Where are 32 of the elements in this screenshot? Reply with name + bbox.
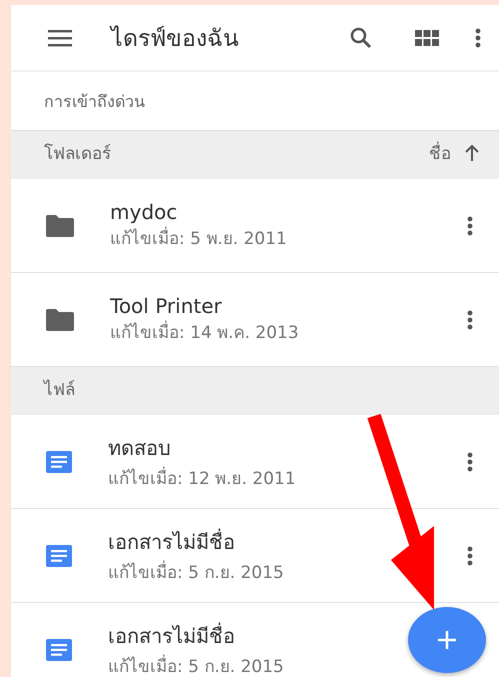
add-button[interactable] [408,607,486,673]
app-title: ไดรฟ์ของฉัน [111,24,240,54]
folder-icon [46,214,74,236]
document-icon [46,638,72,660]
modified-date: แก้ไขเมื่อ: 5 ก.ย. 2015 [108,652,284,677]
more-options-icon[interactable] [467,216,473,236]
more-options-icon[interactable] [467,310,473,330]
item-name: ทดสอบ [108,435,171,462]
folder-icon [46,308,74,330]
item-name: Tool Printer [110,294,222,318]
section-title: โฟลเดอร์ [44,142,112,166]
modified-date: แก้ไขเมื่อ: 12 พ.ย. 2011 [108,464,296,491]
document-icon [46,544,72,566]
modified-date: แก้ไขเมื่อ: 5 พ.ย. 2011 [110,224,287,251]
menu-icon[interactable] [47,28,73,46]
item-name: เอกสารไม่มีชื่อ [108,528,235,556]
document-icon [46,450,72,472]
file-list-item[interactable]: ทดสอบ แก้ไขเมื่อ: 12 พ.ย. 2011 [11,415,499,509]
section-title: ไฟล์ [44,378,76,402]
more-options-icon[interactable] [475,28,481,48]
search-icon[interactable] [349,26,373,50]
plus-icon [437,630,457,650]
sort-button[interactable]: ชื่อ [429,139,479,166]
more-options-icon[interactable] [467,452,473,472]
more-options-icon[interactable] [467,546,473,566]
item-name: เอกสารไม่มีชื่อ [108,622,235,650]
grid-view-icon[interactable] [415,30,439,46]
up-arrow-icon [465,144,479,160]
modified-date: แก้ไขเมื่อ: 14 พ.ค. 2013 [110,318,299,345]
modified-date: แก้ไขเมื่อ: 5 ก.ย. 2015 [108,558,284,585]
file-list-item[interactable]: mydoc แก้ไขเมื่อ: 5 พ.ย. 2011 [11,179,499,273]
item-name: mydoc [110,200,178,224]
